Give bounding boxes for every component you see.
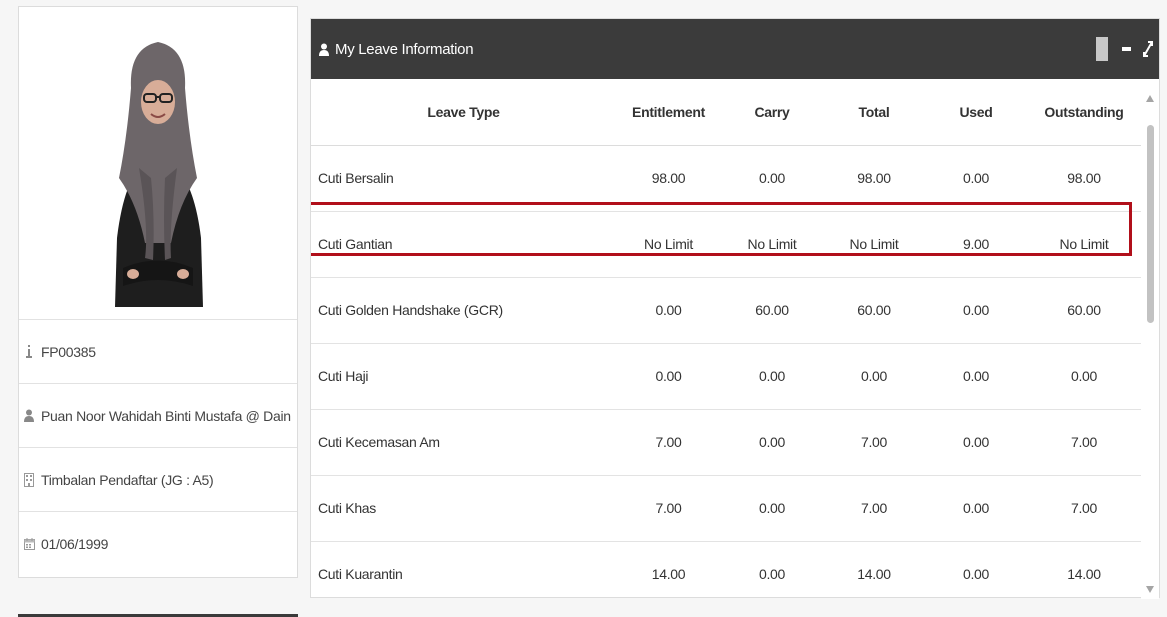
- table-scrollbar[interactable]: [1141, 79, 1159, 599]
- col-total[interactable]: Total: [823, 79, 925, 146]
- cell-carry: 0.00: [721, 145, 823, 212]
- cell-total: No Limit: [823, 211, 925, 278]
- cell-total: 7.00: [823, 409, 925, 476]
- cell-used: 0.00: [925, 145, 1027, 212]
- col-entitlement[interactable]: Entitlement: [616, 79, 721, 146]
- cell-total: 98.00: [823, 145, 925, 212]
- staff-id-row: FP00385: [19, 320, 297, 384]
- table-row[interactable]: Cuti Gantian No Limit No Limit No Limit …: [311, 211, 1141, 278]
- join-date: 01/06/1999: [41, 536, 109, 552]
- cell-total: 7.00: [823, 475, 925, 542]
- cell-leave-type: Cuti Bersalin: [311, 145, 616, 212]
- panel-toggle-button[interactable]: [1096, 37, 1108, 61]
- staff-id: FP00385: [41, 343, 96, 360]
- cell-outstanding: 60.00: [1027, 277, 1141, 344]
- cell-entitlement: 7.00: [616, 409, 721, 476]
- profile-photo: [109, 27, 207, 307]
- photo-area: [19, 7, 297, 320]
- table-row[interactable]: Cuti Bersalin 98.00 0.00 98.00 0.00 98.0…: [311, 145, 1141, 212]
- cell-outstanding: No Limit: [1027, 211, 1141, 278]
- date-row: 01/06/1999: [19, 512, 297, 576]
- table-header-row: Leave Type Entitlement Carry Total Used …: [311, 79, 1141, 146]
- staff-name: Puan Noor Wahidah Binti Mustafa @ Dain: [41, 407, 291, 424]
- minimize-icon[interactable]: [1122, 47, 1131, 51]
- profile-panel: FP00385 Puan Noor Wahidah Binti Mustafa …: [18, 6, 298, 578]
- cell-carry: 0.00: [721, 541, 823, 599]
- scroll-down-arrow-icon[interactable]: [1146, 586, 1154, 593]
- col-outstanding[interactable]: Outstanding: [1027, 79, 1141, 146]
- cell-leave-type: Cuti Kuarantin: [311, 541, 616, 599]
- col-leave-type[interactable]: Leave Type: [311, 79, 616, 146]
- cell-outstanding: 7.00: [1027, 409, 1141, 476]
- info-icon: [23, 345, 35, 359]
- cell-carry: No Limit: [721, 211, 823, 278]
- cell-entitlement: No Limit: [616, 211, 721, 278]
- cell-leave-type: Cuti Khas: [311, 475, 616, 542]
- table-row[interactable]: Cuti Kecemasan Am 7.00 0.00 7.00 0.00 7.…: [311, 409, 1141, 476]
- col-used[interactable]: Used: [925, 79, 1027, 146]
- panel-header: My Leave Information: [311, 19, 1159, 79]
- col-carry[interactable]: Carry: [721, 79, 823, 146]
- cell-used: 0.00: [925, 343, 1027, 410]
- cell-outstanding: 98.00: [1027, 145, 1141, 212]
- cell-entitlement: 0.00: [616, 277, 721, 344]
- cell-used: 0.00: [925, 277, 1027, 344]
- building-icon: [23, 472, 35, 487]
- cell-outstanding: 0.00: [1027, 343, 1141, 410]
- table-row[interactable]: Cuti Kuarantin 14.00 0.00 14.00 0.00 14.…: [311, 541, 1141, 599]
- leave-panel: My Leave Information Leave Type Entitlem…: [310, 18, 1160, 599]
- cell-carry: 0.00: [721, 343, 823, 410]
- cell-carry: 0.00: [721, 409, 823, 476]
- table-row[interactable]: Cuti Golden Handshake (GCR) 0.00 60.00 6…: [311, 277, 1141, 344]
- panel-title: My Leave Information: [335, 40, 474, 58]
- cell-carry: 0.00: [721, 475, 823, 542]
- cell-used: 9.00: [925, 211, 1027, 278]
- cell-leave-type: Cuti Haji: [311, 343, 616, 410]
- staff-name-row: Puan Noor Wahidah Binti Mustafa @ Dain: [19, 384, 297, 448]
- user-icon: [319, 43, 329, 56]
- expand-icon[interactable]: [1143, 41, 1153, 57]
- user-icon: [23, 409, 35, 423]
- cell-leave-type: Cuti Golden Handshake (GCR): [311, 277, 616, 344]
- scroll-up-arrow-icon[interactable]: [1146, 95, 1154, 102]
- cell-leave-type: Cuti Kecemasan Am: [311, 409, 616, 476]
- cell-outstanding: 7.00: [1027, 475, 1141, 542]
- header-tools: [1096, 37, 1159, 61]
- scroll-thumb[interactable]: [1147, 125, 1154, 323]
- cell-entitlement: 14.00: [616, 541, 721, 599]
- cell-used: 0.00: [925, 409, 1027, 476]
- table-row[interactable]: Cuti Khas 7.00 0.00 7.00 0.00 7.00: [311, 475, 1141, 542]
- staff-position: Timbalan Pendaftar (JG : A5): [41, 471, 214, 488]
- cell-entitlement: 0.00: [616, 343, 721, 410]
- cell-entitlement: 7.00: [616, 475, 721, 542]
- leave-table: Leave Type Entitlement Carry Total Used …: [311, 79, 1141, 599]
- cell-total: 14.00: [823, 541, 925, 599]
- cell-total: 0.00: [823, 343, 925, 410]
- leave-table-container: Leave Type Entitlement Carry Total Used …: [311, 79, 1159, 599]
- position-row: Timbalan Pendaftar (JG : A5): [19, 448, 297, 512]
- cell-used: 0.00: [925, 541, 1027, 599]
- cell-total: 60.00: [823, 277, 925, 344]
- cell-used: 0.00: [925, 475, 1027, 542]
- table-row[interactable]: Cuti Haji 0.00 0.00 0.00 0.00 0.00: [311, 343, 1141, 410]
- cell-leave-type: Cuti Gantian: [311, 211, 616, 278]
- cell-entitlement: 98.00: [616, 145, 721, 212]
- calendar-icon: [23, 537, 35, 551]
- cell-outstanding: 14.00: [1027, 541, 1141, 599]
- cell-carry: 60.00: [721, 277, 823, 344]
